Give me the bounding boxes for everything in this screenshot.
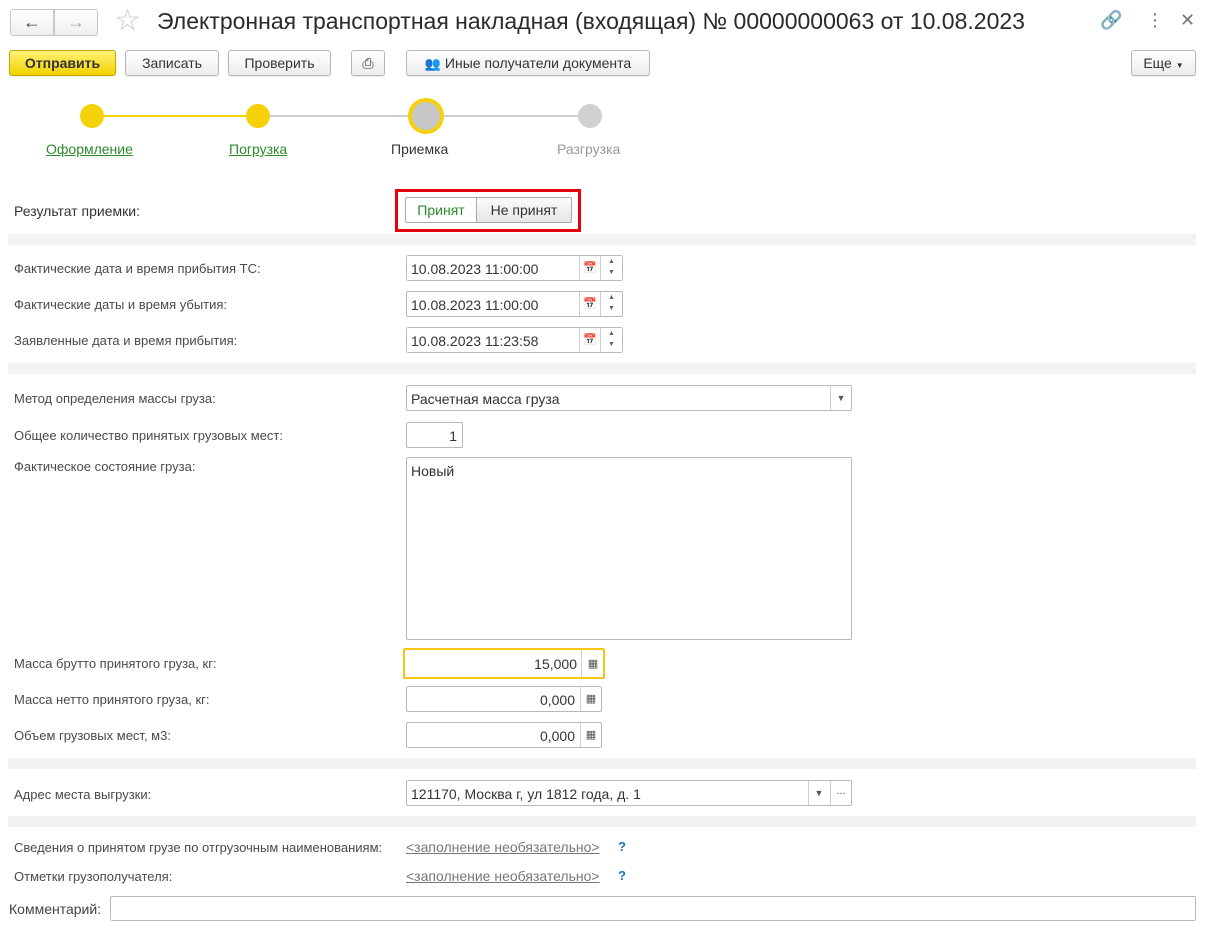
forward-button[interactable]: → [54,9,98,36]
gross-label: Масса брутто принятого груза, кг: [14,656,217,671]
step-dot-loading [246,104,270,128]
progress-line-pending [424,115,590,117]
state-label: Фактическое состояние груза: [14,459,196,474]
close-icon[interactable]: ✕ [1180,10,1195,31]
method-label: Метод определения массы груза: [14,391,216,406]
net-label: Масса нетто принятого груза, кг: [14,692,210,707]
favorite-star-icon[interactable]: ☆ [114,3,141,38]
step-acceptance: Приемка [391,141,449,157]
comment-label: Комментарий: [9,901,102,917]
arrival-datetime-field[interactable]: 10.08.2023 11:00:00 📅 ▲ ▼ [406,255,623,281]
places-value: 1 [449,428,457,444]
calculator-icon[interactable]: ▦ [581,687,601,711]
places-label: Общее количество принятых грузовых мест: [14,428,283,443]
state-value: Новый [411,463,455,479]
address-label: Адрес места выгрузки: [14,787,152,802]
result-label: Результат приемки: [14,203,140,219]
progress-line-done [92,115,258,117]
shipping-names-link[interactable]: <заполнение необязательно> [406,839,600,855]
more-vertical-icon[interactable]: ⋮ [1146,10,1164,31]
more-button[interactable]: Еще ▼ [1131,50,1196,76]
arrival-label: Фактические дата и время прибытия ТС: [14,261,261,276]
accepted-toggle[interactable]: Принят [405,197,477,223]
volume-value: 0,000 [539,728,575,744]
section-divider [8,816,1196,827]
help-icon[interactable]: ? [618,868,626,883]
more-dots-icon[interactable]: ... [830,781,851,805]
consignee-marks-link[interactable]: <заполнение необязательно> [406,868,600,884]
calendar-icon[interactable]: 📅 [580,256,600,280]
consignee-marks-label: Отметки грузополучателя: [14,869,173,884]
net-value: 0,000 [539,692,575,708]
help-icon[interactable]: ? [618,839,626,854]
arrow-right-icon: → [67,12,85,32]
step-dot-unloading [578,104,602,128]
departure-value: 10.08.2023 11:00:00 [411,297,539,313]
address-select[interactable]: 121170, Москва г, ул 1812 года, д. 1 ▼ .… [406,780,852,806]
arrow-left-icon: ← [23,12,41,32]
declared-value: 10.08.2023 11:23:58 [411,333,539,349]
send-button[interactable]: Отправить [9,50,116,76]
page-title: Электронная транспортная накладная (вход… [157,8,1025,34]
back-button[interactable]: ← [10,9,54,36]
gross-value: 15,000 [534,656,577,672]
save-button[interactable]: Записать [125,50,219,76]
shipping-names-label: Сведения о принятом грузе по отгрузочным… [14,840,383,855]
calendar-icon[interactable]: 📅 [580,292,600,316]
other-recipients-label: Иные получатели документа [444,55,632,71]
net-input[interactable]: 0,000 ▦ [406,686,602,712]
departure-label: Фактические даты и время убытия: [14,297,228,312]
places-input[interactable]: 1 [406,422,463,448]
chevron-down-icon[interactable]: ▼ [830,386,851,410]
not-accepted-toggle[interactable]: Не принят [476,197,572,223]
more-label: Еще [1143,55,1172,71]
chevron-down-icon[interactable]: ▼ [808,781,829,805]
state-textarea[interactable]: Новый [406,457,852,640]
other-recipients-button[interactable]: 👥 Иные получатели документа [406,50,650,76]
step-dot-acceptance [408,98,444,134]
section-divider [8,758,1196,769]
spin-buttons[interactable]: ▲ ▼ [600,292,622,316]
progress-line-current [258,115,424,117]
address-value: 121170, Москва г, ул 1812 года, д. 1 [411,786,641,802]
calendar-icon[interactable]: 📅 [580,328,600,352]
step-registration[interactable]: Оформление [46,141,133,157]
check-button[interactable]: Проверить [228,50,331,76]
declared-datetime-field[interactable]: 10.08.2023 11:23:58 📅 ▲ ▼ [406,327,623,353]
step-dot-registration [80,104,104,128]
calculator-icon[interactable]: ▦ [583,652,603,676]
arrival-value: 10.08.2023 11:00:00 [411,261,539,277]
print-button[interactable]: ⎙ [351,50,385,76]
declared-label: Заявленные дата и время прибытия: [14,333,238,348]
link-icon[interactable]: 🔗 [1100,10,1122,31]
volume-input[interactable]: 0,000 ▦ [406,722,602,748]
method-select[interactable]: Расчетная масса груза ▼ [406,385,852,411]
spin-buttons[interactable]: ▲ ▼ [600,256,622,280]
printer-icon: ⎙ [362,55,374,71]
section-divider [8,363,1196,374]
departure-datetime-field[interactable]: 10.08.2023 11:00:00 📅 ▲ ▼ [406,291,623,317]
gross-input[interactable]: 15,000 ▦ [403,648,605,679]
spin-buttons[interactable]: ▲ ▼ [600,328,622,352]
step-loading[interactable]: Погрузка [229,141,287,157]
step-unloading: Разгрузка [557,141,621,157]
comment-input[interactable] [110,896,1196,921]
method-value: Расчетная масса груза [411,391,560,407]
section-divider [8,234,1196,245]
caret-down-icon: ▼ [1175,61,1184,70]
users-icon: 👥 [424,56,442,71]
volume-label: Объем грузовых мест, м3: [14,728,171,743]
calculator-icon[interactable]: ▦ [581,723,601,747]
